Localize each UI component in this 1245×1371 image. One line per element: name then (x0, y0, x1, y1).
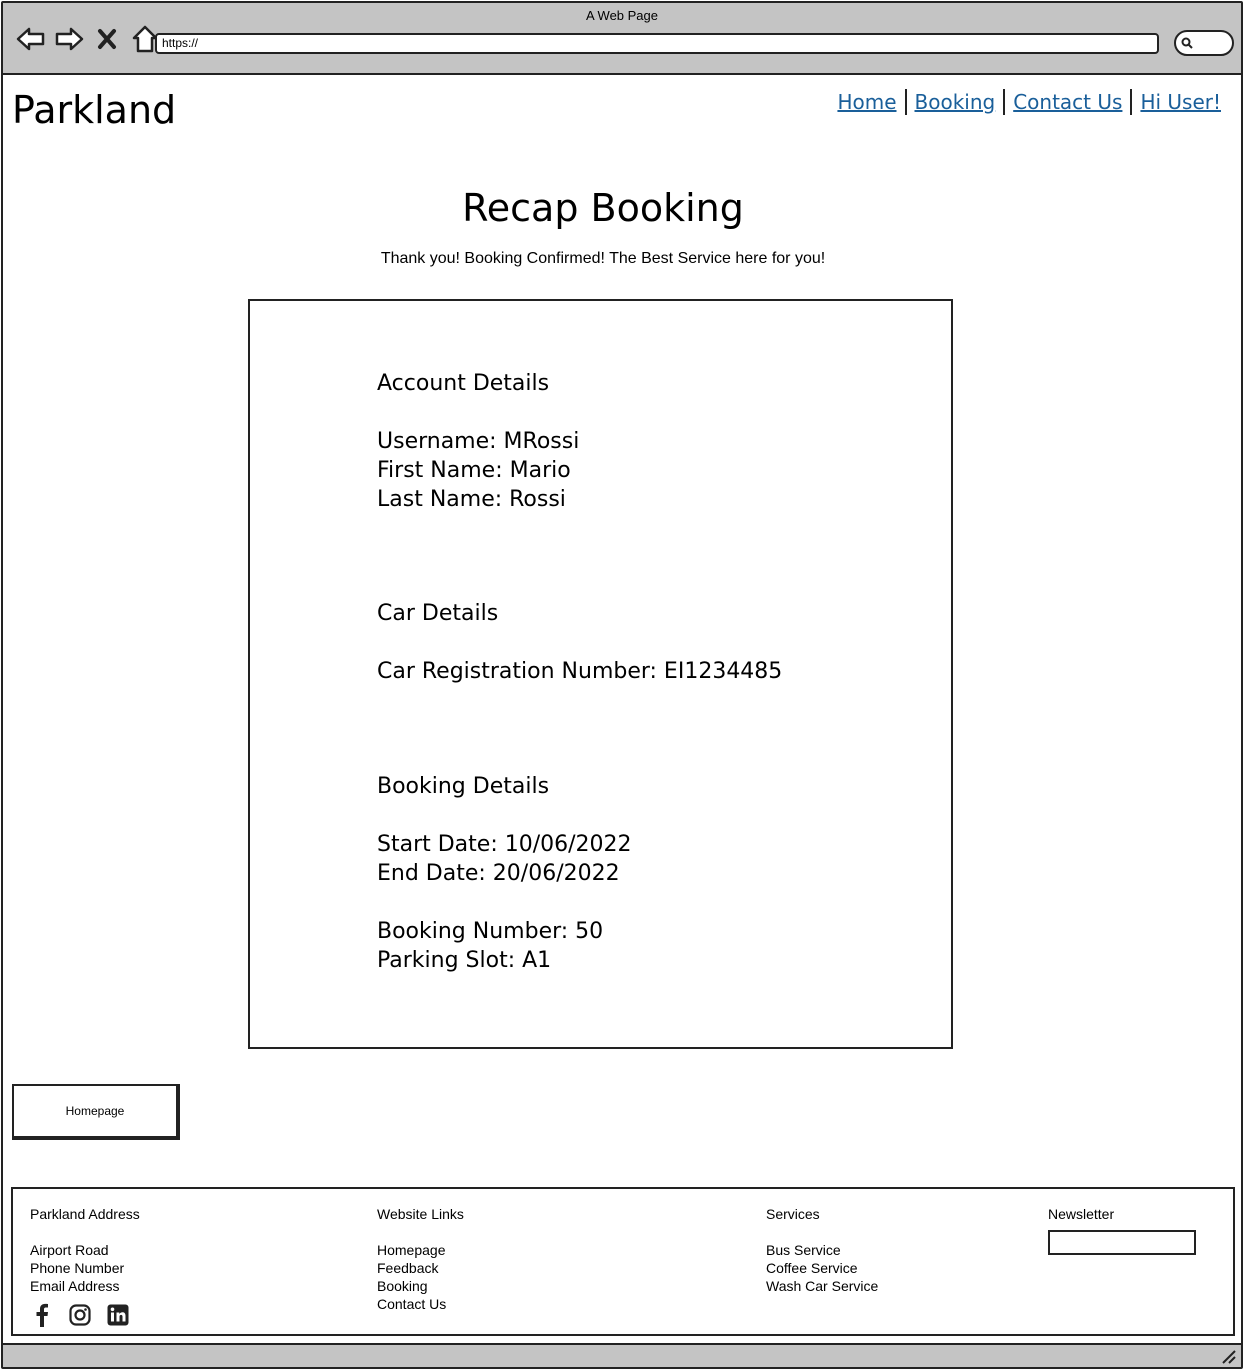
url-bar[interactable]: https:// (155, 33, 1159, 54)
end-date-value: End Date: 20/06/2022 (377, 861, 620, 886)
browser-nav (15, 23, 161, 55)
section-heading: Booking Details (377, 774, 550, 799)
homepage-button[interactable]: Homepage (12, 1084, 180, 1140)
car-registration-value: Car Registration Number: EI1234485 (377, 659, 783, 684)
car-details-section: Car Details Car Registration Number: EI1… (377, 599, 782, 686)
forward-arrow-icon[interactable] (53, 23, 85, 55)
facebook-icon[interactable] (30, 1303, 54, 1327)
footer-services: Services Bus Service Coffee Service Wash… (766, 1205, 878, 1295)
confirmation-message: Thank you! Booking Confirmed! The Best S… (380, 250, 826, 267)
last-name-value: Last Name: Rossi (377, 487, 566, 512)
social-links (30, 1303, 140, 1327)
footer-heading: Newsletter (1048, 1206, 1115, 1222)
footer-address: Parkland Address Airport Road Phone Numb… (30, 1205, 140, 1327)
site-footer: Parkland Address Airport Road Phone Numb… (11, 1187, 1235, 1336)
newsletter-input[interactable] (1048, 1230, 1196, 1255)
footer-heading: Parkland Address (30, 1206, 140, 1222)
parking-slot-value: Parking Slot: A1 (377, 948, 552, 973)
back-arrow-icon[interactable] (15, 23, 47, 55)
service-item: Bus Service (766, 1242, 841, 1258)
resize-grip-icon[interactable] (1221, 1349, 1237, 1365)
nav-link-user[interactable]: Hi User! (1132, 90, 1229, 114)
browser-window: A Web Page https:// Parkland Home Bookin… (1, 1, 1243, 1369)
first-name-value: First Name: Mario (377, 458, 571, 483)
start-date-value: Start Date: 10/06/2022 (377, 832, 632, 857)
booking-recap-card: Account Details Username: MRossi First N… (248, 299, 953, 1049)
footer-heading: Services (766, 1206, 820, 1222)
nav-link-home[interactable]: Home (829, 90, 904, 114)
search-icon (1181, 37, 1193, 49)
phone-line: Phone Number (30, 1260, 125, 1276)
footer-link-booking[interactable]: Booking (377, 1277, 464, 1295)
footer-link-feedback[interactable]: Feedback (377, 1259, 464, 1277)
site-logo[interactable]: Parkland (12, 88, 176, 132)
username-value: Username: MRossi (377, 429, 580, 454)
status-bar (3, 1343, 1241, 1367)
nav-link-contact[interactable]: Contact Us (1005, 90, 1130, 114)
booking-details-section: Booking Details Start Date: 10/06/2022 E… (377, 772, 632, 975)
linkedin-icon[interactable] (106, 1303, 130, 1327)
service-item: Wash Car Service (766, 1278, 879, 1294)
footer-website-links: Website Links Homepage Feedback Booking … (377, 1205, 464, 1313)
browser-chrome: A Web Page https:// (3, 3, 1241, 75)
browser-search[interactable] (1174, 30, 1234, 56)
footer-newsletter: Newsletter (1048, 1205, 1196, 1255)
email-line: Email Address (30, 1278, 120, 1294)
address-line: Airport Road (30, 1242, 109, 1258)
nav-link-booking[interactable]: Booking (907, 90, 1004, 114)
service-item: Coffee Service (766, 1260, 858, 1276)
section-heading: Account Details (377, 371, 550, 396)
footer-heading: Website Links (377, 1206, 464, 1222)
footer-link-homepage[interactable]: Homepage (377, 1241, 464, 1259)
booking-number-value: Booking Number: 50 (377, 919, 604, 944)
section-heading: Car Details (377, 601, 499, 626)
instagram-icon[interactable] (68, 1303, 92, 1327)
window-title: A Web Page (585, 8, 659, 23)
page-title: Recap Booking (462, 186, 744, 230)
top-navigation: Home Booking Contact Us Hi User! (829, 89, 1229, 115)
footer-link-contact[interactable]: Contact Us (377, 1295, 464, 1313)
close-icon[interactable] (91, 23, 123, 55)
account-details-section: Account Details Username: MRossi First N… (377, 369, 579, 514)
